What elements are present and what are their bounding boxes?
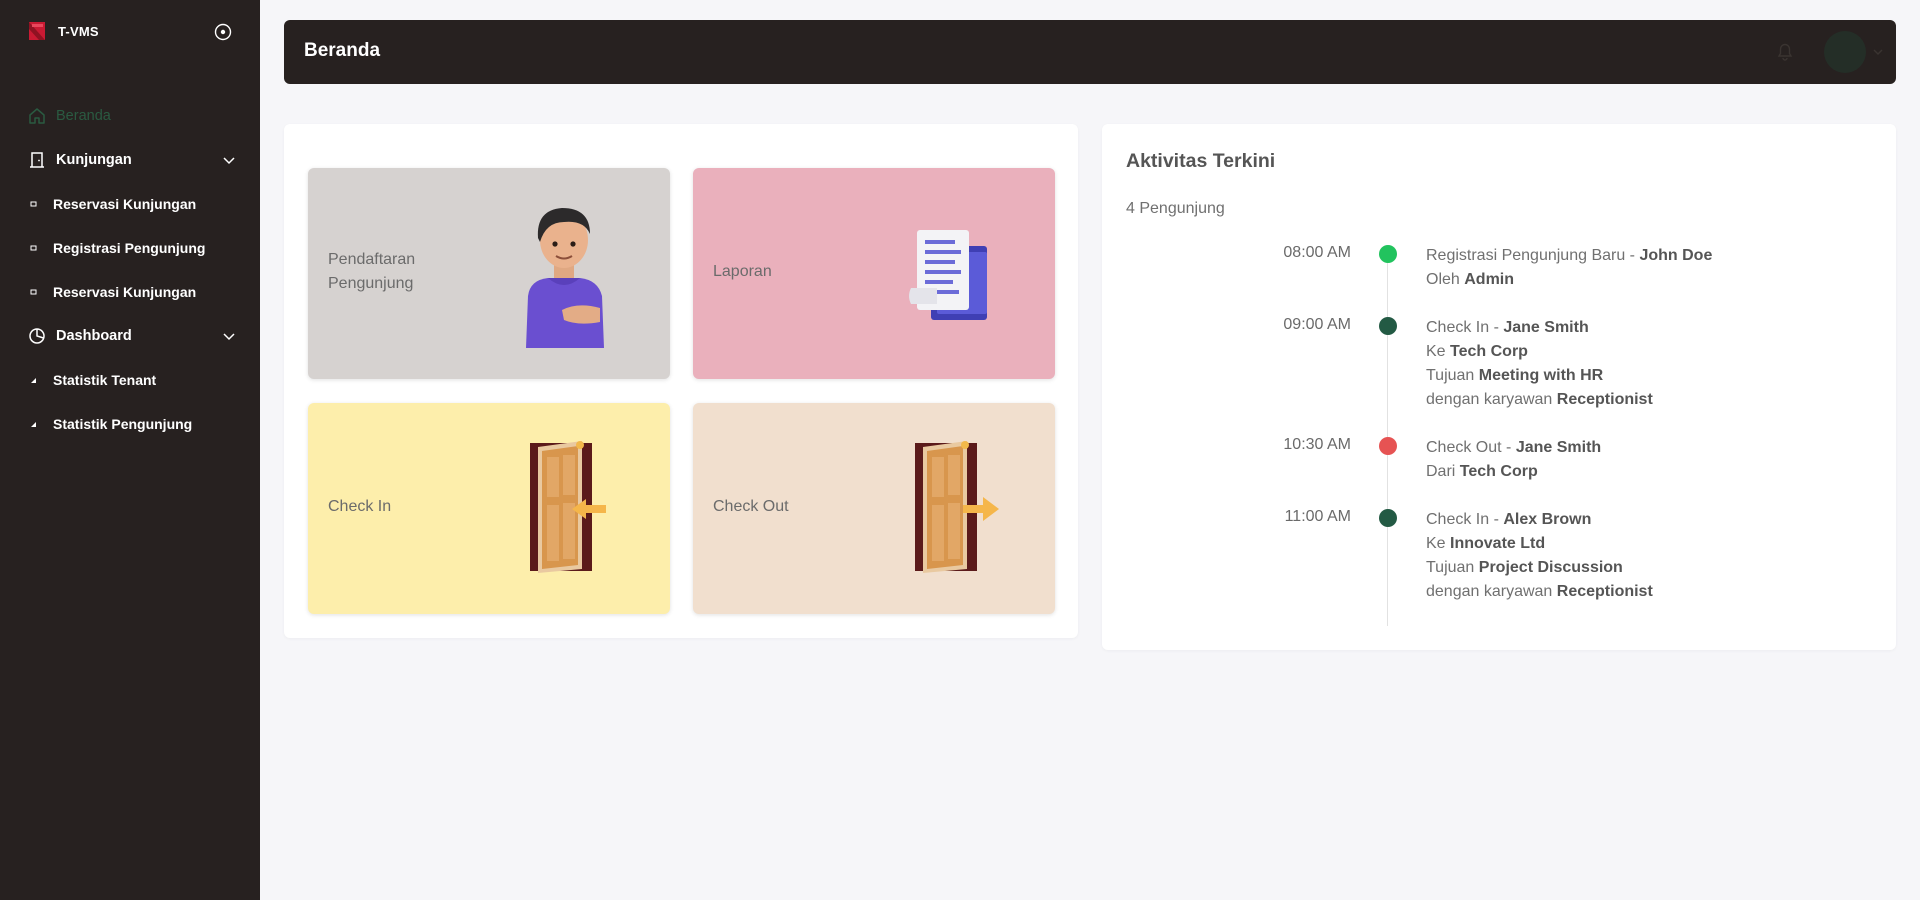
sidebar-item-label: Reservasi Kunjungan [53, 196, 197, 212]
bullet-icon [30, 289, 37, 295]
sidebar-item-dashboard[interactable]: Dashboard [0, 314, 260, 358]
timeline-body: Check In - Jane Smith Ke Tech Corp Tujua… [1426, 316, 1653, 412]
activity-title: Aktivitas Terkini [1126, 150, 1276, 172]
app-name: T-VMS [58, 23, 99, 39]
timeline-time: 10:30 AM [1283, 436, 1351, 453]
timeline-line-text: Check Out - Jane Smith [1426, 439, 1602, 456]
tile-label: Check Out [713, 498, 789, 515]
tile-label: Pendaftaran Pengunjung [328, 251, 416, 292]
top-header: Beranda [284, 20, 1896, 84]
home-icon [29, 108, 45, 124]
timeline-body: Check Out - Jane Smith Dari Tech Corp [1426, 436, 1601, 484]
timeline-line-text: Dari Tech Corp [1426, 463, 1538, 480]
tile-pendaftaran-pengunjung[interactable]: Pendaftaran Pengunjung [308, 168, 670, 379]
chevron-down-icon [223, 333, 235, 341]
timeline-time: 08:00 AM [1283, 244, 1351, 261]
sidebar-subitem-statistik-tenant[interactable]: Statistik Tenant [0, 358, 260, 402]
tile-laporan[interactable]: Laporan [693, 168, 1055, 379]
visitor-count: 4 Pengunjung [1126, 200, 1225, 217]
timeline-line-text: dengan karyawan Receptionist [1426, 583, 1653, 600]
sidebar-item-label: Beranda [56, 108, 111, 124]
sidebar-subitem-statistik-pengunjung[interactable]: Statistik Pengunjung [0, 402, 260, 446]
bullet-icon [30, 201, 37, 207]
timeline-dot [1379, 437, 1397, 455]
quick-menu-card: Pendaftaran Pengunjung Laporan Check In … [284, 124, 1078, 638]
bullet-icon [30, 245, 37, 251]
tile-check-in[interactable]: Check In [308, 403, 670, 614]
door-icon [30, 152, 44, 168]
chart-bullet-icon [31, 422, 36, 427]
sidebar-nav: Beranda Kunjungan Reservasi Kunjungan Re… [0, 94, 260, 446]
sidebar-item-label: Kunjungan [56, 152, 132, 168]
timeline-line-text: Oleh Admin [1426, 271, 1515, 288]
tile-label: Laporan [713, 263, 772, 280]
avatar[interactable] [1824, 31, 1866, 73]
timeline-line-text: dengan karyawan Receptionist [1426, 391, 1653, 408]
chevron-down-icon [223, 157, 235, 165]
sidebar-toggle-icon[interactable] [213, 22, 233, 42]
timeline-line-text: Ke Innovate Ltd [1426, 535, 1546, 552]
sidebar-subitem-reservasi-kunjungan-2[interactable]: Reservasi Kunjungan [0, 270, 260, 314]
timeline-body: Registrasi Pengunjung Baru - John Doe Ol… [1426, 244, 1712, 292]
recent-activity-card: Aktivitas Terkini 4 Pengunjung 08:00 AM … [1102, 124, 1896, 650]
sidebar-item-label: Registrasi Pengunjung [53, 240, 206, 256]
sidebar-item-label: Reservasi Kunjungan [53, 284, 197, 300]
sidebar-item-beranda[interactable]: Beranda [0, 94, 260, 138]
sidebar-subitem-registrasi-pengunjung[interactable]: Registrasi Pengunjung [0, 226, 260, 270]
timeline-time: 11:00 AM [1284, 508, 1351, 525]
page-title: Beranda [304, 40, 381, 61]
bell-icon[interactable] [1774, 40, 1796, 62]
sidebar-item-label: Statistik Tenant [53, 372, 157, 388]
timeline-line-text: Tujuan Meeting with HR [1426, 367, 1604, 384]
tile-label: Check In [328, 498, 392, 515]
chart-bullet-icon [31, 378, 36, 383]
pie-chart-icon [29, 328, 45, 344]
brand[interactable]: T-VMS [26, 20, 99, 42]
sidebar-item-label: Statistik Pengunjung [53, 416, 193, 432]
document-illustration-icon [909, 230, 987, 320]
door-enter-illustration-icon [530, 441, 606, 573]
sidebar-item-label: Dashboard [56, 328, 132, 344]
timeline-line-text: Registrasi Pengunjung Baru - John Doe [1426, 247, 1713, 264]
app-logo-icon [29, 22, 45, 40]
timeline-dot [1379, 509, 1397, 527]
timeline-line-text: Tujuan Project Discussion [1426, 559, 1623, 576]
tile-check-out[interactable]: Check Out [693, 403, 1055, 614]
sidebar-item-kunjungan[interactable]: Kunjungan [0, 138, 260, 182]
timeline-line-text: Ke Tech Corp [1426, 343, 1528, 360]
timeline-dot [1379, 317, 1397, 335]
sidebar-subitem-reservasi-kunjungan[interactable]: Reservasi Kunjungan [0, 182, 260, 226]
person-illustration-icon [526, 208, 604, 348]
timeline-time: 09:00 AM [1283, 316, 1351, 333]
timeline-body: Check In - Alex Brown Ke Innovate Ltd Tu… [1426, 508, 1653, 604]
timeline-line-text: Check In - Jane Smith [1426, 319, 1589, 336]
timeline-line-text: Check In - Alex Brown [1426, 511, 1592, 528]
door-exit-illustration-icon [915, 441, 999, 573]
sidebar: T-VMS Beranda Kunjungan Reservasi Kunjun [0, 0, 260, 900]
timeline-dot [1379, 245, 1397, 263]
chevron-down-icon[interactable] [1872, 46, 1884, 58]
